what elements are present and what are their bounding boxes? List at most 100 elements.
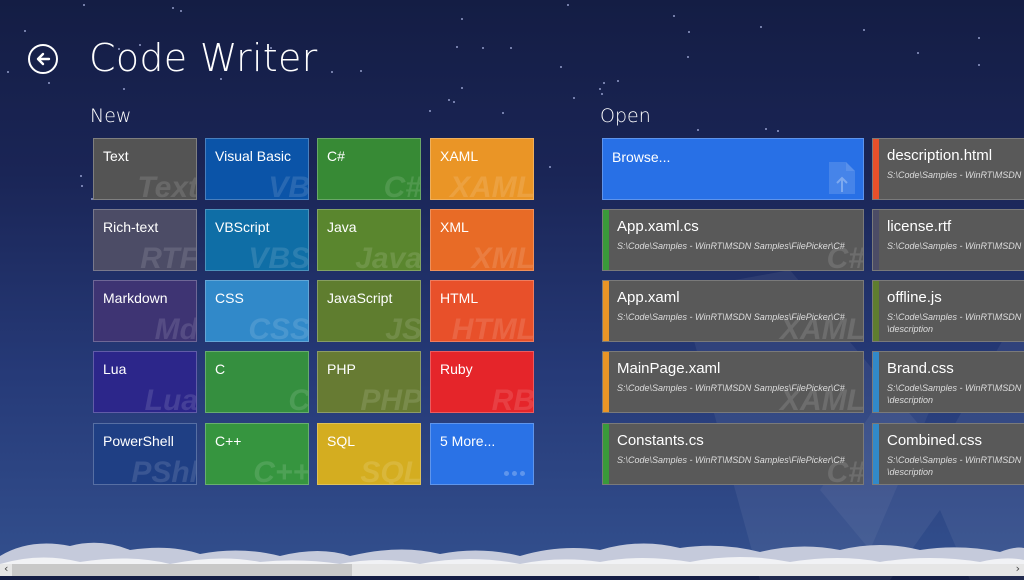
file-path: S:\Code\Samples - WinRT\MSDN Samples\des… [887,383,1024,405]
scrollbar-thumb[interactable] [12,564,352,576]
file-type-watermark: XAML [780,384,864,413]
new-tile-vbscript[interactable]: VBScript VBS [205,209,309,271]
tile-label: Visual Basic [215,148,292,164]
tile-watermark: Md [154,313,197,342]
tile-label: XAML [440,148,479,164]
file-name: description.html [887,147,993,164]
tile-watermark: JS [385,313,421,342]
recent-file-app-xaml[interactable]: App.xaml S:\Code\Samples - WinRT\MSDN Sam… [602,280,864,342]
new-section-title: New [90,105,132,127]
back-arrow-icon [36,52,51,66]
file-name: MainPage.xaml [617,360,721,377]
new-tile-html[interactable]: HTML HTML [430,280,534,342]
new-tile-5-more[interactable]: 5 More... [430,423,534,485]
file-path: S:\Code\Samples - WinRT\MSDN Samples [887,170,1024,180]
recent-file-description-html[interactable]: description.html S:\Code\Samples - WinRT\… [872,138,1024,200]
recent-file-app-xaml-cs[interactable]: App.xaml.cs S:\Code\Samples - WinRT\MSDN … [602,209,864,271]
star [502,112,504,114]
recent-file-mainpage-xaml[interactable]: MainPage.xaml S:\Code\Samples - WinRT\MSD… [602,351,864,413]
tile-label: HTML [440,290,479,306]
new-tile-powershell[interactable]: PowerShell PShl [93,423,197,485]
star [978,64,980,66]
star [7,71,9,73]
new-tile-xaml[interactable]: XAML XAML [430,138,534,200]
tile-watermark: RB [491,384,534,413]
new-tile-c[interactable]: CC [205,351,309,413]
horizontal-scrollbar[interactable]: ‹ › [0,562,1024,576]
open-section-title: Open [600,105,651,127]
new-tile-php[interactable]: PHP PHP [317,351,421,413]
file-name: license.rtf [887,218,952,235]
file-type-accent [603,424,609,484]
tile-label: PowerShell [103,433,174,449]
browse-button[interactable]: Browse... [602,138,864,200]
page-title: Code Writer [89,36,318,80]
tile-watermark: C++ [253,456,309,485]
tile-label: JavaScript [327,290,393,306]
recent-file-offline-js[interactable]: offline.js S:\Code\Samples - WinRT\MSDN S… [872,280,1024,342]
scroll-right-arrow[interactable]: › [1016,562,1020,575]
new-tile-c[interactable]: C# C# [317,138,421,200]
recent-file-combined-css[interactable]: Combined.css S:\Code\Samples - WinRT\MSDN… [872,423,1024,485]
recent-file-license-rtf[interactable]: license.rtf S:\Code\Samples - WinRT\MSDN … [872,209,1024,271]
new-tile-java[interactable]: Java Java [317,209,421,271]
tile-watermark: C# [383,171,421,200]
tile-label: C [215,361,226,377]
star [83,4,85,6]
file-type-accent [873,424,879,484]
tile-watermark: CSS [248,313,309,342]
tile-label: Ruby [440,361,473,377]
tile-label: XML [440,219,469,235]
tile-watermark: RTF [140,242,197,271]
new-tile-ruby[interactable]: Ruby RB [430,351,534,413]
tile-watermark: PHP [360,384,421,413]
star [688,31,690,33]
tile-watermark: Text [137,171,197,200]
new-tile-visual-basic[interactable]: Visual Basic VB [205,138,309,200]
file-type-accent [873,352,879,412]
new-tile-text[interactable]: Text Text [93,138,197,200]
file-name: Brand.css [887,360,954,377]
file-type-accent [603,281,609,341]
tile-label: C++ [215,433,242,449]
file-name: Constants.cs [617,432,704,449]
new-tile-javascript[interactable]: JavaScript JS [317,280,421,342]
file-type-watermark: C# [826,456,864,485]
recent-file-constants-cs[interactable]: Constants.cs S:\Code\Samples - WinRT\MSDN… [602,423,864,485]
scroll-left-arrow[interactable]: ‹ [4,562,8,575]
file-type-accent [873,281,879,341]
tile-label: Java [327,219,357,235]
star [765,128,767,130]
new-tile-sql[interactable]: SQL SQL [317,423,421,485]
star [461,87,463,89]
new-tile-markdown[interactable]: Markdown Md [93,280,197,342]
new-tile-xml[interactable]: XML XML [430,209,534,271]
new-tile-css[interactable]: CSS CSS [205,280,309,342]
new-tile-lua[interactable]: Lua Lua [93,351,197,413]
tile-watermark: VBS [248,242,309,271]
file-name: App.xaml.cs [617,218,699,235]
star [456,46,458,48]
file-name: App.xaml [617,289,680,306]
file-upload-icon [829,162,855,194]
tile-label: SQL [327,433,356,449]
tile-label: Lua [103,361,127,377]
star [603,82,605,84]
new-tile-rich-text[interactable]: Rich-text RTF [93,209,197,271]
tile-watermark: XML [471,242,534,271]
star [453,101,455,103]
recent-file-brand-css[interactable]: Brand.css S:\Code\Samples - WinRT\MSDN Sa… [872,351,1024,413]
tile-watermark: VB [268,171,309,200]
file-type-accent [873,139,879,199]
star [48,82,50,84]
file-path: S:\Code\Samples - WinRT\MSDN Samples [887,241,1024,251]
tile-label: C# [327,148,345,164]
new-tile-c[interactable]: C++ C++ [205,423,309,485]
star [360,70,362,72]
star [777,130,779,132]
tile-watermark: Java [355,242,421,271]
file-type-accent [603,210,609,270]
back-button[interactable] [28,44,58,74]
tile-watermark: Lua [144,384,197,413]
star [482,47,484,49]
